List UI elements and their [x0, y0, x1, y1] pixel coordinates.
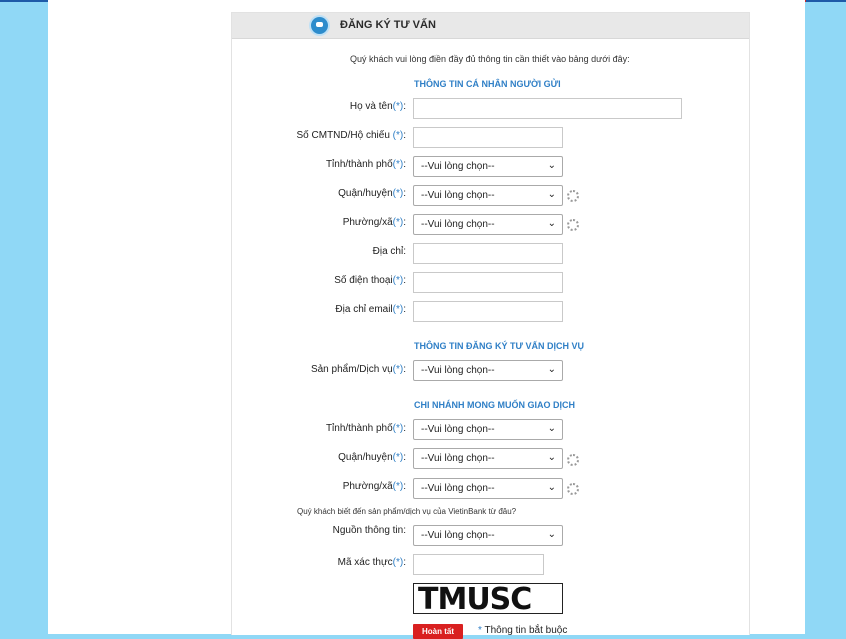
- address-input[interactable]: [413, 243, 563, 264]
- submit-button[interactable]: Hoàn tất: [413, 624, 463, 639]
- name-input[interactable]: [413, 98, 682, 119]
- source-select[interactable]: --Vui lòng chọn-- ⌄: [413, 525, 563, 546]
- loading-spinner-icon: [567, 190, 579, 202]
- label-product: Sản phẩm/Dịch vụ(*):: [310, 364, 406, 375]
- ward-select-value: --Vui lòng chọn--: [421, 219, 495, 230]
- label-address: Địa chỉ:: [372, 246, 406, 257]
- branch-ward-select[interactable]: --Vui lòng chọn-- ⌄: [413, 478, 563, 499]
- id-number-input[interactable]: [413, 127, 563, 148]
- label-captcha: Mã xác thực(*):: [337, 557, 406, 568]
- label-phone: Số điện thoại(*):: [334, 275, 406, 286]
- product-select-value: --Vui lòng chọn--: [421, 365, 495, 376]
- label-branch-province: Tỉnh/thành phố(*):: [325, 423, 406, 434]
- captcha-image: TMUSC: [413, 583, 563, 614]
- district-select[interactable]: --Vui lòng chọn-- ⌄: [413, 185, 563, 206]
- section-service-title: THÔNG TIN ĐĂNG KÝ TƯ VẤN DỊCH VỤ: [414, 341, 584, 351]
- section-branch-title: CHI NHÁNH MONG MUỐN GIAO DỊCH: [414, 400, 575, 410]
- email-input[interactable]: [413, 301, 563, 322]
- form-header: ĐĂNG KÝ TƯ VẤN: [232, 13, 749, 39]
- branch-district-select-value: --Vui lòng chọn--: [421, 453, 495, 464]
- label-source: Nguồn thông tin:: [332, 525, 406, 536]
- chevron-down-icon: ⌄: [547, 189, 556, 200]
- chevron-down-icon: ⌄: [547, 218, 556, 229]
- chevron-down-icon: ⌄: [547, 423, 556, 434]
- province-select-value: --Vui lòng chọn--: [421, 161, 495, 172]
- loading-spinner-icon: [567, 219, 579, 231]
- branch-ward-select-value: --Vui lòng chọn--: [421, 483, 495, 494]
- form-title: ĐĂNG KÝ TƯ VẤN: [340, 19, 436, 31]
- product-select[interactable]: --Vui lòng chọn-- ⌄: [413, 360, 563, 381]
- branch-district-select[interactable]: --Vui lòng chọn-- ⌄: [413, 448, 563, 469]
- branch-province-select[interactable]: --Vui lòng chọn-- ⌄: [413, 419, 563, 440]
- label-branch-ward: Phường/xã(*):: [342, 481, 406, 492]
- loading-spinner-icon: [567, 454, 579, 466]
- registration-form-panel: ĐĂNG KÝ TƯ VẤN Quý khách vui lòng điền đ…: [231, 12, 750, 639]
- chat-bubble-icon: [311, 17, 328, 34]
- source-question: Quý khách biết đến sản phẩm/dịch vụ của …: [297, 507, 517, 516]
- label-email: Địa chỉ email(*):: [335, 304, 406, 315]
- captcha-input[interactable]: [413, 554, 544, 575]
- label-id-number: Số CMTND/Hộ chiếu (*):: [296, 130, 406, 141]
- label-province: Tỉnh/thành phố(*):: [325, 159, 406, 170]
- section-personal-title: THÔNG TIN CÁ NHÂN NGƯỜI GỬI: [414, 79, 561, 89]
- chevron-down-icon: ⌄: [547, 482, 556, 493]
- required-note: * Thông tin bắt buộc: [478, 625, 568, 636]
- ward-select[interactable]: --Vui lòng chọn-- ⌄: [413, 214, 563, 235]
- chevron-down-icon: ⌄: [547, 529, 556, 540]
- label-branch-district: Quận/huyện(*):: [338, 452, 406, 463]
- branch-province-select-value: --Vui lòng chọn--: [421, 424, 495, 435]
- loading-spinner-icon: [567, 483, 579, 495]
- label-name: Họ và tên(*):: [349, 101, 406, 112]
- intro-text: Quý khách vui lòng điền đầy đủ thông tin…: [350, 54, 630, 64]
- page-content: ĐĂNG KÝ TƯ VẤN Quý khách vui lòng điền đ…: [48, 0, 805, 639]
- captcha-text: TMUSC: [418, 583, 532, 614]
- chevron-down-icon: ⌄: [547, 160, 556, 171]
- source-select-value: --Vui lòng chọn--: [421, 530, 495, 541]
- phone-input[interactable]: [413, 272, 563, 293]
- label-ward: Phường/xã(*):: [342, 217, 406, 228]
- chevron-down-icon: ⌄: [547, 452, 556, 463]
- chevron-down-icon: ⌄: [547, 364, 556, 375]
- province-select[interactable]: --Vui lòng chọn-- ⌄: [413, 156, 563, 177]
- district-select-value: --Vui lòng chọn--: [421, 190, 495, 201]
- label-district: Quận/huyện(*):: [338, 188, 406, 199]
